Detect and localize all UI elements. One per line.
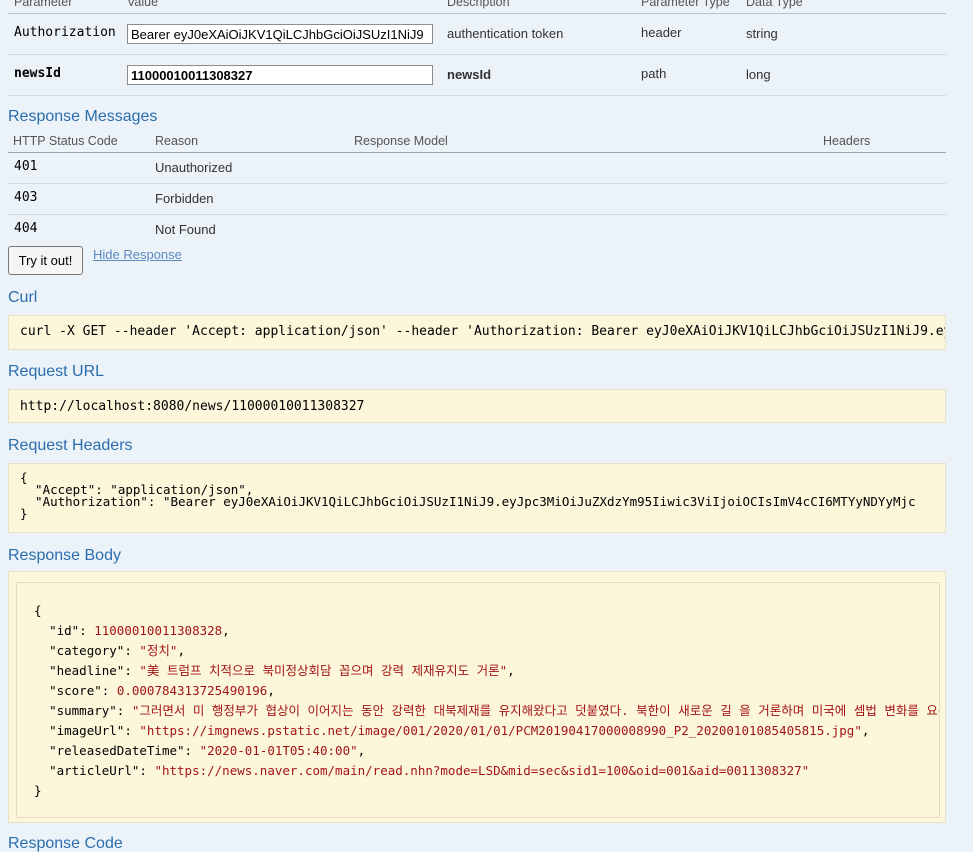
status-reason: Not Found: [155, 222, 216, 237]
header-description: Description: [447, 0, 510, 9]
header-value: Value: [127, 0, 159, 9]
header-headers: Headers: [823, 134, 871, 148]
header-status-code: HTTP Status Code: [13, 134, 118, 148]
param-description: authentication token: [447, 26, 564, 41]
header-response-model: Response Model: [354, 134, 448, 148]
curl-block: curl -X GET --header 'Accept: applicatio…: [8, 315, 946, 350]
param-row-newsid: newsId newsId path long: [8, 55, 946, 96]
json-image-url: "https://imgnews.pstatic.net/image/001/2…: [139, 723, 862, 738]
header-parameter-type: Parameter Type: [641, 0, 730, 9]
request-url-title: Request URL: [8, 363, 105, 380]
hide-response-link[interactable]: Hide Response: [93, 247, 182, 262]
json-summary: "그러면서 미 행정부가 협상이 이어지는 동안 강력한 대북제재를 유지해왔다…: [131, 703, 940, 718]
header-data-type: Data Type: [746, 0, 803, 9]
param-row-authorization: Authorization authentication token heade…: [8, 14, 946, 55]
response-body-title: Response Body: [8, 547, 121, 564]
data-type: string: [746, 26, 778, 41]
json-category: "정치": [139, 643, 178, 658]
param-name: newsId: [14, 66, 61, 81]
json-article-url: "https://news.naver.com/main/read.nhn?mo…: [154, 763, 810, 778]
curl-title: Curl: [8, 289, 38, 306]
response-code-title: Response Code: [8, 835, 123, 852]
param-description: newsId: [447, 67, 492, 82]
status-code: 401: [14, 159, 38, 174]
json-score: 0.000784313725490196: [116, 683, 268, 698]
authorization-input[interactable]: [127, 24, 433, 44]
response-messages-header: HTTP Status Code Reason Response Model H…: [8, 131, 946, 153]
request-url-block: http://localhost:8080/news/1100001001130…: [8, 389, 946, 423]
parameters-header: Parameter Value Description Parameter Ty…: [8, 0, 946, 14]
status-code: 403: [14, 190, 38, 205]
table-row: 404 Not Found: [8, 215, 946, 246]
status-code: 404: [14, 221, 38, 236]
response-body-block: { "id": 11000010011308328, "category": "…: [8, 571, 946, 823]
json-headline: "美 트럼프 치적으로 북미정상회담 꼽으며 강력 제재유지도 거론": [139, 663, 508, 678]
header-reason: Reason: [155, 134, 199, 148]
table-row: 401 Unauthorized: [8, 153, 946, 184]
data-type: long: [746, 67, 771, 82]
request-headers-title: Request Headers: [8, 437, 133, 454]
try-it-out-button[interactable]: Try it out!: [8, 246, 83, 275]
param-type: path: [641, 66, 667, 81]
header-parameter: Parameter: [14, 0, 73, 9]
response-messages-table: HTTP Status Code Reason Response Model H…: [8, 131, 946, 246]
newsid-input[interactable]: [127, 65, 433, 85]
param-type: header: [641, 25, 682, 40]
response-body-json: { "id": 11000010011308328, "category": "…: [16, 582, 940, 818]
param-name: Authorization: [14, 25, 116, 40]
status-reason: Unauthorized: [155, 160, 233, 175]
parameters-table: Parameter Value Description Parameter Ty…: [8, 0, 946, 96]
json-id: 11000010011308328: [94, 623, 223, 638]
table-row: 403 Forbidden: [8, 184, 946, 215]
json-released-date-time: "2020-01-01T05:40:00": [199, 743, 358, 758]
status-reason: Forbidden: [155, 191, 214, 206]
request-headers-block: { "Accept": "application/json", "Authori…: [8, 463, 946, 533]
response-messages-title: Response Messages: [8, 108, 158, 125]
